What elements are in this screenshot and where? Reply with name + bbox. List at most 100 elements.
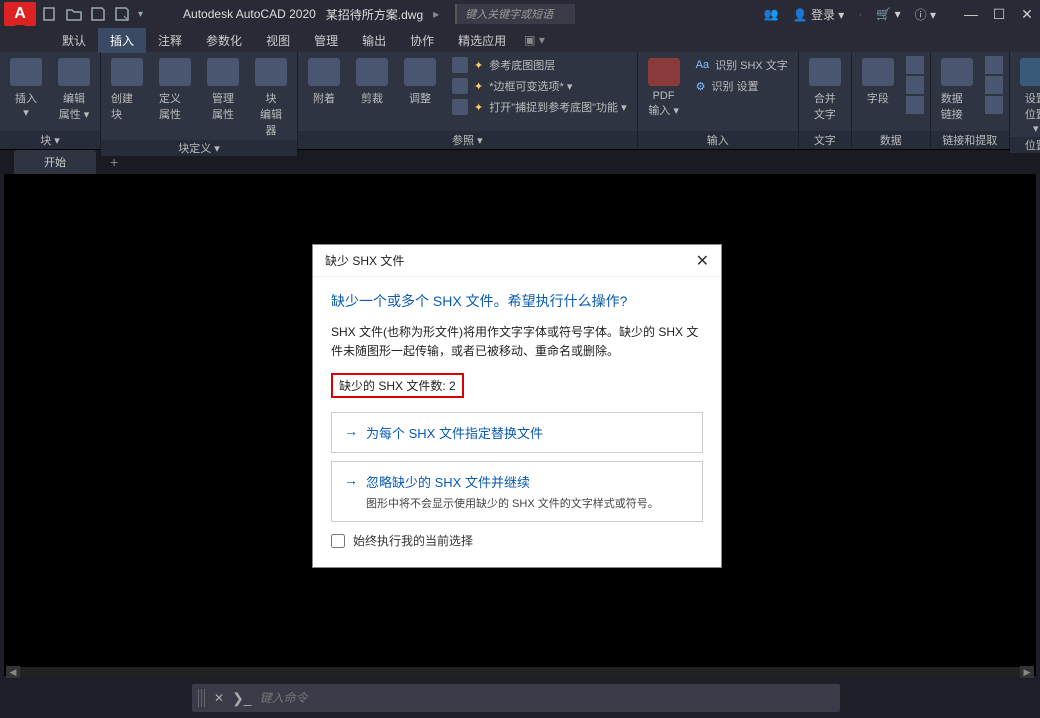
arrow-icon: → — [344, 423, 358, 442]
snap-underlay-button[interactable]: ✦打开"捕捉到参考底图"功能 ▾ — [448, 98, 631, 116]
qat-dropdown-icon[interactable]: ▾ — [138, 9, 143, 20]
titlebar-right: 👥 👤 登录 ▾ · 🛒 ▾ ⓘ ▾ — ☐ ✕ — [764, 5, 1036, 23]
clip-button[interactable]: 剪裁 — [352, 56, 392, 108]
file-name: 某招待所方案.dwg — [326, 6, 423, 23]
recognize-settings-button[interactable]: ⚙识别 设置 — [692, 77, 792, 95]
always-do-checkbox[interactable] — [331, 534, 345, 548]
ribbon: 插入 ▾ 编辑 属性 ▾ 块 ▾ 创建块 定义属性 管理 属性 块 编辑器 块定… — [0, 52, 1040, 150]
scroll-track[interactable] — [20, 667, 1020, 677]
panel-block-label[interactable]: 块 ▾ — [0, 131, 100, 149]
titlebar: A ▾ Autodesk AutoCAD 2020 某招待所方案.dwg ▸ 键… — [0, 0, 1040, 28]
link-small-1[interactable] — [985, 56, 1003, 74]
set-location-button[interactable]: 设置位置 ▾ — [1016, 56, 1040, 137]
qat-new-icon[interactable] — [42, 6, 58, 22]
tab-default[interactable]: 默认 — [50, 28, 98, 53]
panel-data: 字段 数据 — [852, 52, 931, 149]
dialog-title: 缺少 SHX 文件 — [325, 252, 404, 269]
panel-import-label: 输入 — [638, 131, 798, 149]
link-small-3[interactable] — [985, 96, 1003, 114]
command-bar: ✕ ❯_ — [192, 684, 840, 712]
panel-block: 插入 ▾ 编辑 属性 ▾ 块 ▾ — [0, 52, 101, 149]
cmdbar-grip-icon[interactable] — [198, 689, 206, 707]
maximize-button[interactable]: ☐ — [990, 5, 1008, 23]
merge-text-button[interactable]: 合并 文字 — [805, 56, 845, 124]
block-editor-button[interactable]: 块 编辑器 — [251, 56, 291, 140]
close-button[interactable]: ✕ — [1018, 5, 1036, 23]
dialog-titlebar: 缺少 SHX 文件 ✕ — [313, 245, 721, 277]
connect-icon[interactable]: 👥 — [764, 7, 779, 21]
app-title: Autodesk AutoCAD 2020 — [183, 7, 316, 21]
panel-block-def: 创建块 定义属性 管理 属性 块 编辑器 块定义 ▾ — [101, 52, 298, 149]
qat-saveas-icon[interactable] — [114, 6, 130, 22]
tab-output[interactable]: 输出 — [350, 28, 398, 53]
horizontal-scrollbar[interactable]: ◀ ▶ — [6, 666, 1034, 678]
qat-save-icon[interactable] — [90, 6, 106, 22]
option-2-title: 忽略缺少的 SHX 文件并继续 — [366, 472, 690, 491]
tab-view[interactable]: 视图 — [254, 28, 302, 53]
dialog-close-button[interactable]: ✕ — [696, 251, 709, 271]
tab-annotate[interactable]: 注释 — [146, 28, 194, 53]
panel-data-label: 数据 — [852, 131, 930, 149]
panel-reference-label[interactable]: 参照 ▾ — [298, 131, 637, 149]
always-do-checkbox-row[interactable]: 始终执行我的当前选择 — [331, 532, 703, 549]
data-small-2[interactable] — [906, 76, 924, 94]
frames-vary-button[interactable]: ✦*边框可变选项* ▾ — [448, 77, 631, 95]
cmdbar-close-icon[interactable]: ✕ — [214, 691, 224, 705]
tab-collaborate[interactable]: 协作 — [398, 28, 446, 53]
minimize-button[interactable]: — — [962, 5, 980, 23]
window-controls: — ☐ ✕ — [962, 5, 1036, 23]
insert-button[interactable]: 插入 ▾ — [6, 56, 46, 121]
define-attrib-button[interactable]: 定义属性 — [155, 56, 195, 124]
help-icon[interactable]: ⓘ ▾ — [915, 6, 936, 23]
search-input[interactable]: 键入关键字或短语 — [455, 4, 575, 24]
missing-shx-dialog: 缺少 SHX 文件 ✕ 缺少一个或多个 SHX 文件。希望执行什么操作? SHX… — [312, 244, 722, 568]
create-block-button[interactable]: 创建块 — [107, 56, 147, 124]
attach-button[interactable]: 附着 — [304, 56, 344, 108]
quick-access-toolbar: ▾ — [42, 6, 143, 22]
tab-expand-icon[interactable]: ▣ ▾ — [524, 33, 545, 47]
link-small-2[interactable] — [985, 76, 1003, 94]
panel-link-label: 链接和提取 — [931, 131, 1009, 149]
underlay-layers-button[interactable]: ✦参考底图图层 — [448, 56, 631, 74]
panel-reference: 附着 剪裁 调整 ✦参考底图图层 ✦*边框可变选项* ▾ ✦打开"捕捉到参考底图… — [298, 52, 638, 149]
cart-icon[interactable]: 🛒 ▾ — [876, 7, 900, 21]
always-do-label: 始终执行我的当前选择 — [353, 532, 473, 549]
cmdbar-chevron-icon[interactable]: ❯_ — [232, 690, 252, 707]
pdf-import-button[interactable]: PDF 输入 ▾ — [644, 56, 684, 120]
app-logo[interactable]: A — [4, 2, 36, 26]
recognize-shx-button[interactable]: Aa识别 SHX 文字 — [692, 56, 792, 74]
panel-link: 数据链接 链接和提取 — [931, 52, 1010, 149]
dialog-description: SHX 文件(也称为形文件)将用作文字字体或符号字体。缺少的 SHX 文件未随图… — [331, 323, 703, 361]
edit-attrib-button[interactable]: 编辑 属性 ▾ — [54, 56, 94, 124]
panel-text-label: 文字 — [799, 131, 851, 149]
data-link-button[interactable]: 数据链接 — [937, 56, 977, 124]
data-small-1[interactable] — [906, 56, 924, 74]
option-1-title: 为每个 SHX 文件指定替换文件 — [366, 423, 690, 442]
panel-import: PDF 输入 ▾ Aa识别 SHX 文字 ⚙识别 设置 输入 — [638, 52, 799, 149]
tab-parametric[interactable]: 参数化 — [194, 28, 254, 53]
panel-text: 合并 文字 文字 — [799, 52, 852, 149]
tab-manage[interactable]: 管理 — [302, 28, 350, 53]
option-ignore-continue[interactable]: → 忽略缺少的 SHX 文件并继续 图形中将不会显示使用缺少的 SHX 文件的文… — [331, 461, 703, 522]
doctab-start[interactable]: 开始 — [14, 150, 96, 174]
missing-count-badge: 缺少的 SHX 文件数: 2 — [331, 373, 464, 398]
field-button[interactable]: 字段 — [858, 56, 898, 108]
scroll-right-button[interactable]: ▶ — [1020, 666, 1034, 678]
qat-open-icon[interactable] — [66, 6, 82, 22]
panel-location-label: 位置 — [1010, 137, 1040, 153]
ribbon-tabs: 默认 插入 注释 参数化 视图 管理 输出 协作 精选应用 ▣ ▾ — [0, 28, 1040, 52]
tab-insert[interactable]: 插入 — [98, 28, 146, 53]
panel-location: 设置位置 ▾ 位置 — [1010, 52, 1040, 149]
arrow-icon: → — [344, 472, 358, 511]
dialog-heading: 缺少一个或多个 SHX 文件。希望执行什么操作? — [331, 291, 703, 311]
tab-featured[interactable]: 精选应用 — [446, 28, 518, 53]
manage-attrib-button[interactable]: 管理 属性 — [203, 56, 243, 124]
scroll-left-button[interactable]: ◀ — [6, 666, 20, 678]
doctab-add-button[interactable]: + — [100, 150, 128, 174]
option-specify-replacement[interactable]: → 为每个 SHX 文件指定替换文件 — [331, 412, 703, 453]
command-input[interactable] — [260, 691, 834, 705]
login-button[interactable]: 👤 登录 ▾ — [793, 6, 845, 23]
panel-block-def-label[interactable]: 块定义 ▾ — [101, 140, 297, 156]
adjust-button[interactable]: 调整 — [400, 56, 440, 108]
data-small-3[interactable] — [906, 96, 924, 114]
